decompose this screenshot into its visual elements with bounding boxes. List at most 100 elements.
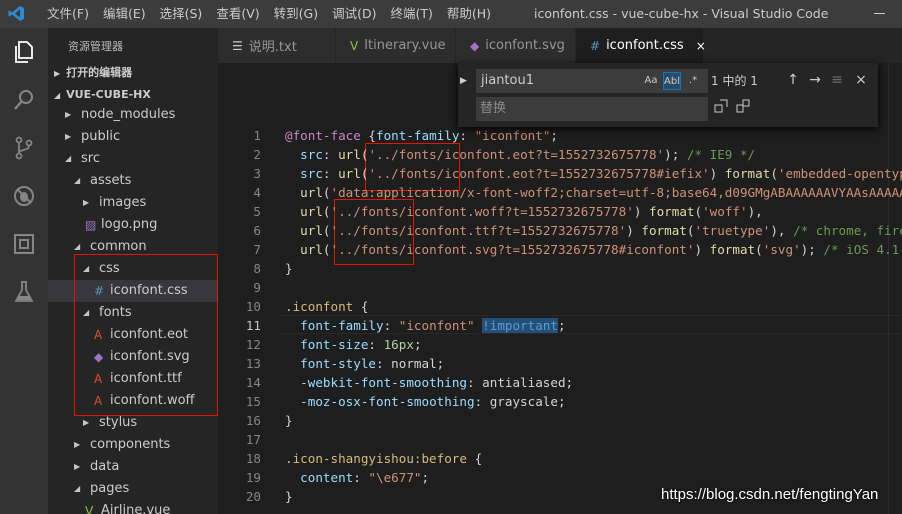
code-line[interactable]: 16}: [218, 411, 902, 430]
code-line[interactable]: 15 -moz-osx-font-smoothing: grayscale;: [218, 392, 902, 411]
test-icon[interactable]: [8, 276, 40, 308]
code-text: url('../fonts/iconfont.ttf?t=15527326757…: [285, 221, 902, 240]
menu-item[interactable]: 编辑(E): [96, 0, 153, 28]
code-token: ;: [550, 128, 558, 143]
menu-item[interactable]: 转到(G): [267, 0, 325, 28]
replace-one-icon[interactable]: [712, 99, 730, 117]
menu-item[interactable]: 调试(D): [325, 0, 383, 28]
code-token: :: [322, 166, 339, 181]
code-token: '../fonts/iconfont.woff?t=1552732675778': [330, 204, 634, 219]
code-line[interactable]: 5 url('../fonts/iconfont.woff?t=15527326…: [218, 202, 902, 221]
previous-match-icon[interactable]: ↑: [783, 70, 803, 90]
code-line[interactable]: 1 @font-face {font-family: "iconfont";: [218, 126, 902, 145]
code-token: content: [300, 470, 354, 485]
code-line[interactable]: 13 font-style: normal;: [218, 354, 902, 373]
project-section[interactable]: ◢ VUE-CUBE-HX: [48, 84, 218, 106]
extensions-icon[interactable]: [8, 228, 40, 260]
code-token: (: [322, 204, 331, 219]
code-token: '../fonts/iconfont.svg?t=1552732675778#i…: [330, 242, 695, 257]
code-line[interactable]: 18 .icon-shangyishou:before {: [218, 449, 902, 468]
code-token: :: [322, 147, 339, 162]
code-token: url: [300, 242, 323, 257]
code-token: "iconfont": [398, 318, 475, 333]
watermark: https://blog.csdn.net/fengtingYan: [661, 486, 879, 503]
code-text: src: url('../fonts/iconfont.eot?t=155273…: [285, 145, 755, 164]
code-line[interactable]: 6 url('../fonts/iconfont.ttf?t=155273267…: [218, 221, 902, 240]
explorer-icon[interactable]: [8, 36, 40, 68]
tree-item-label: images: [99, 195, 147, 210]
tree-folder[interactable]: ▶ node_modules: [48, 104, 218, 126]
code-token: }: [285, 489, 293, 504]
code-line[interactable]: 4 url('data:application/x-font-woff2;cha…: [218, 183, 902, 202]
code-line[interactable]: 12 font-size: 16px;: [218, 335, 902, 354]
regex-icon[interactable]: .*: [684, 72, 702, 90]
replace-all-icon[interactable]: [734, 99, 752, 117]
menu-item[interactable]: 选择(S): [153, 0, 210, 28]
tree-folder[interactable]: ▶ components: [48, 434, 218, 456]
code-line[interactable]: 3 src: url ('../fonts/iconfont.eot?t=1552…: [218, 164, 902, 183]
code-line[interactable]: 2 src: url('../fonts/iconfont.eot?t=1552…: [218, 145, 902, 164]
menu-item[interactable]: 帮助(H): [440, 0, 498, 28]
line-number: 2: [253, 147, 261, 162]
tree-folder[interactable]: ▶ public: [48, 126, 218, 148]
code-token: font-family: [376, 128, 460, 143]
tab-iconfont-svg[interactable]: ◆ iconfont.svg: [456, 28, 576, 63]
match-whole-word-icon[interactable]: Abl: [663, 72, 681, 90]
tree-item-label: assets: [90, 173, 132, 188]
code-token: 'data:application/x-font-woff2;charset=u…: [330, 185, 902, 200]
tab-label: iconfont.svg: [485, 38, 565, 53]
sidebar-title: 资源管理器: [68, 40, 123, 53]
code-token: format: [709, 242, 756, 257]
code-token: :: [376, 356, 392, 371]
tree-folder[interactable]: ◢ pages: [48, 478, 218, 500]
tree-folder[interactable]: ▶ images: [48, 192, 218, 214]
search-icon[interactable]: [8, 84, 40, 116]
source-control-icon[interactable]: [8, 132, 40, 164]
code-token: format: [724, 166, 771, 181]
replace-input[interactable]: 替换: [476, 97, 708, 121]
tree-folder[interactable]: ▶ data: [48, 456, 218, 478]
code-line[interactable]: 17: [218, 430, 902, 449]
code-line[interactable]: 11 font-family: "iconfont" !important;: [218, 316, 902, 335]
tab-iconfont-css[interactable]: # iconfont.css ×: [576, 28, 706, 63]
close-icon[interactable]: ×: [696, 39, 706, 53]
minimize-icon[interactable]: [874, 13, 885, 14]
code-line[interactable]: 10 .iconfont {: [218, 297, 902, 316]
code-line[interactable]: 19 content: "\e677";: [218, 468, 902, 487]
toggle-replace-icon[interactable]: ▶: [460, 69, 474, 121]
menu-item[interactable]: 终端(T): [383, 0, 439, 28]
tree-file[interactable]: V Airline.vue: [48, 500, 218, 514]
code-editor[interactable]: 1 @font-face {font-family: "iconfont"; 2 s…: [218, 63, 902, 514]
menu-item[interactable]: 文件(F): [40, 0, 96, 28]
code-line[interactable]: 9: [218, 278, 902, 297]
tab--txt[interactable]: ☰ 说明.txt: [218, 28, 336, 63]
code-text: font-style: normal;: [285, 354, 444, 373]
debug-icon[interactable]: [8, 180, 40, 212]
close-icon[interactable]: ×: [851, 70, 871, 90]
line-number: 6: [253, 223, 261, 238]
code-token: /* chrome, firefox: [793, 223, 902, 238]
tab-itinerary-vue[interactable]: V Itinerary.vue: [336, 28, 456, 63]
tree-folder[interactable]: ◢ assets: [48, 170, 218, 192]
code-line[interactable]: 14 -webkit-font-smoothing: antialiased;: [218, 373, 902, 392]
open-editors-section[interactable]: ▶ 打开的编辑器: [48, 62, 218, 84]
code-line[interactable]: 8}: [218, 259, 902, 278]
line-number: 8: [253, 261, 261, 276]
tab-label: 说明.txt: [248, 40, 297, 55]
match-case-icon[interactable]: Aa: [642, 72, 660, 90]
code-line[interactable]: 7 url('../fonts/iconfont.svg?t=155273267…: [218, 240, 902, 259]
menu-item[interactable]: 查看(V): [209, 0, 266, 28]
find-in-selection-icon[interactable]: ≡: [827, 70, 847, 90]
tree-file[interactable]: ▨ logo.png: [48, 214, 218, 236]
match-count: 1 中的 1: [711, 74, 758, 88]
css-file-icon: #: [590, 38, 601, 53]
code-token: src: [300, 166, 323, 181]
next-match-icon[interactable]: →: [805, 70, 825, 90]
code-token: 'svg': [762, 242, 801, 257]
text-file-icon: ☰: [232, 38, 243, 53]
tree-folder[interactable]: ◢ src: [48, 148, 218, 170]
